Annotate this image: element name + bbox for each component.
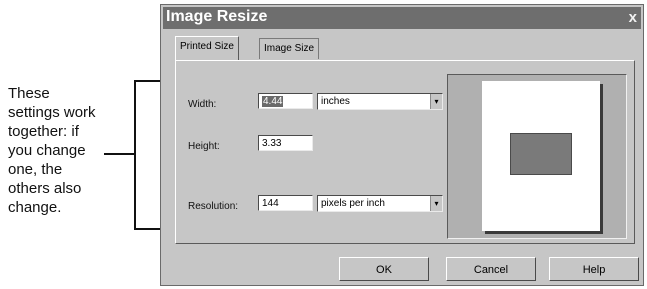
dialog-title: Image Resize xyxy=(166,8,268,25)
close-icon[interactable]: x xyxy=(629,9,637,26)
ok-button[interactable]: OK xyxy=(339,257,429,281)
annotation-line: you change xyxy=(8,142,86,159)
width-input[interactable]: 4.44 xyxy=(258,93,313,109)
height-label: Height: xyxy=(188,141,220,152)
annotation-line: others also xyxy=(8,180,82,197)
height-input[interactable]: 3.33 xyxy=(258,135,313,151)
width-label: Width: xyxy=(188,99,217,110)
annotation-text: These settings work together: if you cha… xyxy=(8,84,128,217)
image-resize-dialog: Image Resize x Printed Size Image Size W… xyxy=(160,4,644,286)
annotation-bracket-pointer xyxy=(104,153,136,155)
annotation-line: together: if xyxy=(8,123,79,140)
preview-page xyxy=(482,81,600,231)
help-button[interactable]: Help xyxy=(549,257,639,281)
preview-image-area xyxy=(510,133,572,175)
resolution-unit-select[interactable]: pixels per inch ▾ xyxy=(317,195,443,212)
annotation-line: change. xyxy=(8,199,62,216)
resolution-unit-value: pixels per inch xyxy=(321,198,385,209)
width-unit-value: inches xyxy=(321,96,350,107)
cancel-button[interactable]: Cancel xyxy=(446,257,536,281)
chevron-down-icon[interactable]: ▾ xyxy=(430,94,442,109)
print-preview xyxy=(447,74,627,239)
width-value: 4.44 xyxy=(262,96,284,107)
annotation-line: one, the xyxy=(8,161,63,178)
tab-image-size[interactable]: Image Size xyxy=(259,38,320,59)
annotation-line: settings work xyxy=(8,104,96,121)
resolution-input[interactable]: 144 xyxy=(258,195,313,211)
title-bar[interactable]: Image Resize x xyxy=(163,7,641,29)
annotation-line: These xyxy=(8,85,50,102)
resolution-label: Resolution: xyxy=(188,201,239,212)
width-unit-select[interactable]: inches ▾ xyxy=(317,93,443,110)
tab-printed-size[interactable]: Printed Size xyxy=(175,36,239,60)
annotation-bracket xyxy=(134,80,136,230)
chevron-down-icon[interactable]: ▾ xyxy=(430,196,442,211)
